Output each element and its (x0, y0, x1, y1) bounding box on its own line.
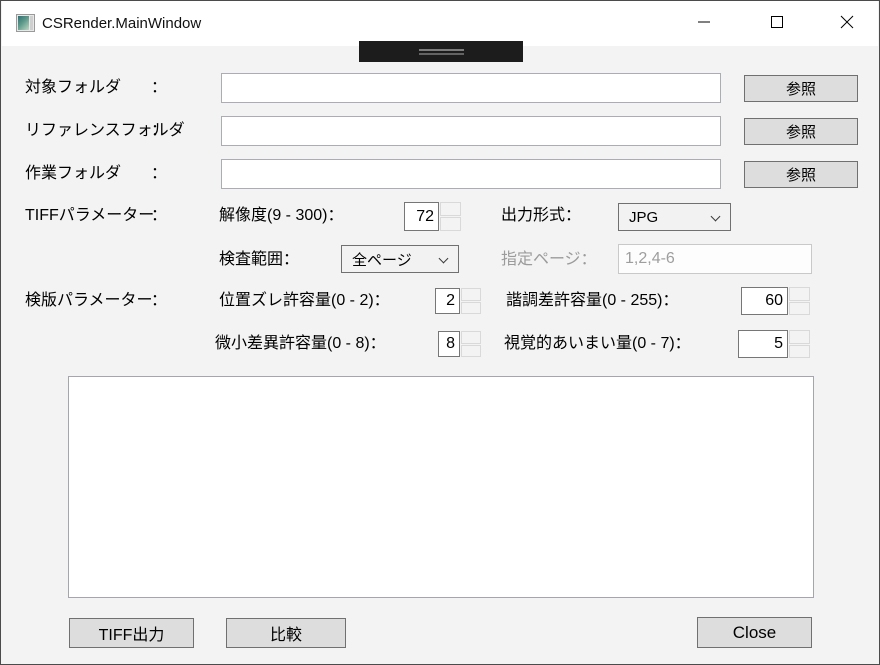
close-button[interactable] (824, 1, 870, 43)
target-folder-label: 対象フォルダ (25, 73, 121, 103)
resolution-spin-down-button[interactable] (440, 217, 461, 231)
compare-button[interactable]: 比較 (226, 618, 346, 648)
minor-diff-tolerance-spinner (461, 331, 481, 357)
app-icon-side (30, 16, 33, 30)
close-action-button[interactable]: Close (697, 617, 812, 648)
reference-folder-browse-button[interactable]: 参照 (744, 118, 858, 145)
app-icon-pane (18, 16, 29, 30)
minor-diff-tolerance-label: 微小差異許容量(0 - 8)： (215, 330, 386, 358)
visual-fuzz-input[interactable] (738, 330, 788, 358)
minor-diff-tolerance-spin-down-button[interactable] (461, 345, 481, 358)
resolution-spin-up-button[interactable] (440, 202, 461, 216)
minimize-icon (698, 22, 710, 23)
work-folder-label: 作業フォルダ (25, 159, 121, 189)
output-format-label: 出力形式： (501, 201, 581, 231)
work-folder-input[interactable] (221, 159, 721, 189)
scan-range-select[interactable]: 全ページ (341, 245, 459, 273)
gradation-tolerance-input[interactable] (741, 287, 788, 315)
position-tolerance-spin-up-button[interactable] (461, 288, 481, 301)
position-tolerance-input[interactable] (435, 288, 460, 314)
app-icon (16, 14, 35, 32)
work-folder-colon: ： (151, 159, 167, 189)
check-section-label: 検版パラメーター (25, 287, 153, 315)
output-format-select[interactable]: JPG (618, 203, 731, 231)
resolution-spinner (440, 202, 461, 231)
title-bar: CSRender.MainWindow (2, 1, 878, 46)
tiff-output-button[interactable]: TIFF出力 (69, 618, 194, 648)
maximize-icon (771, 16, 783, 28)
work-folder-browse-button[interactable]: 参照 (744, 161, 858, 188)
minor-diff-tolerance-spin-up-button[interactable] (461, 331, 481, 344)
main-window: CSRender.MainWindow 対象フォルダ ： 参照 リファレンスフォ… (0, 0, 880, 665)
target-folder-input[interactable] (221, 73, 721, 103)
grip-icon (419, 53, 464, 55)
target-folder-browse-button[interactable]: 参照 (744, 75, 858, 102)
close-icon (840, 15, 855, 30)
target-folder-colon: ： (151, 73, 167, 103)
visual-fuzz-label: 視覚的あいまい量(0 - 7)： (504, 330, 691, 358)
minor-diff-tolerance-input[interactable] (438, 331, 460, 357)
overlay-toolbar-handle[interactable] (359, 41, 523, 62)
position-tolerance-label: 位置ズレ許容量(0 - 2)： (219, 287, 390, 315)
reference-folder-colon: ： (151, 116, 167, 146)
log-output-textarea[interactable] (68, 376, 814, 598)
resolution-label: 解像度(9 - 300)： (219, 201, 343, 231)
gradation-tolerance-spinner (789, 287, 810, 315)
check-section-colon: ： (151, 287, 167, 315)
position-tolerance-spinner (461, 288, 481, 314)
gradation-tolerance-spin-down-button[interactable] (789, 302, 810, 316)
reference-folder-input[interactable] (221, 116, 721, 146)
grip-icon (419, 49, 464, 51)
visual-fuzz-spin-down-button[interactable] (789, 345, 810, 359)
chevron-down-icon (439, 254, 449, 264)
scan-range-value: 全ページ (352, 249, 412, 270)
visual-fuzz-spin-up-button[interactable] (789, 330, 810, 344)
chevron-down-icon (711, 212, 721, 222)
maximize-button[interactable] (754, 1, 800, 43)
minimize-button[interactable] (681, 1, 727, 43)
gradation-tolerance-label: 諧調差許容量(0 - 255)： (506, 287, 678, 315)
gradation-tolerance-spin-up-button[interactable] (789, 287, 810, 301)
tiff-section-colon: ： (151, 201, 167, 231)
page-spec-label: 指定ページ： (501, 245, 597, 275)
tiff-section-label: TIFFパラメーター (25, 201, 154, 231)
page-spec-input[interactable] (618, 244, 812, 274)
position-tolerance-spin-down-button[interactable] (461, 302, 481, 315)
window-title: CSRender.MainWindow (42, 1, 201, 46)
resolution-input[interactable] (404, 202, 439, 231)
output-format-value: JPG (629, 209, 658, 226)
scan-range-label: 検査範囲： (219, 245, 299, 275)
visual-fuzz-spinner (789, 330, 810, 358)
